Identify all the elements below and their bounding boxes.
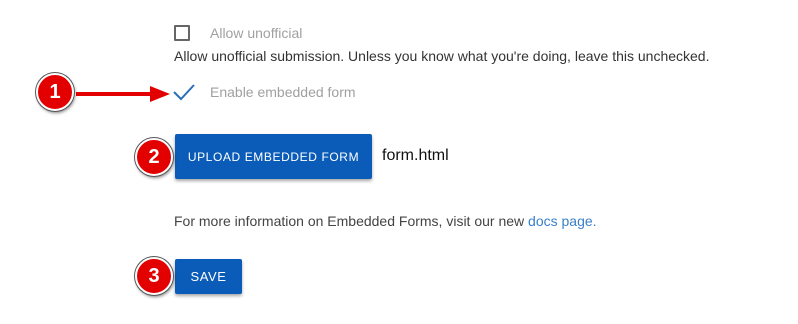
allow-unofficial-row[interactable]: Allow unofficial [174, 24, 302, 42]
allow-unofficial-checkbox[interactable] [174, 25, 190, 41]
annotation-badge-1: 1 [36, 73, 74, 111]
allow-unofficial-label: Allow unofficial [210, 25, 303, 41]
enable-embedded-form-label: Enable embedded form [210, 84, 356, 100]
docs-page-link[interactable]: docs page. [528, 213, 597, 229]
enable-embedded-form-row[interactable]: Enable embedded form [172, 82, 356, 102]
save-button[interactable]: SAVE [175, 259, 242, 294]
upload-embedded-form-button[interactable]: UPLOAD EMBEDDED FORM [175, 134, 372, 179]
info-text: For more information on Embedded Forms, … [174, 213, 529, 229]
arrow-right-icon [76, 86, 170, 102]
page: Allow unofficial Allow unofficial submis… [0, 0, 798, 324]
checkmark-icon[interactable] [172, 82, 196, 102]
allow-unofficial-help-text: Allow unofficial submission. Unless you … [174, 48, 710, 64]
annotation-badge-2: 2 [135, 138, 173, 176]
uploaded-filename: form.html [382, 147, 449, 164]
annotation-badge-3: 3 [135, 257, 173, 295]
embedded-forms-info: For more information on Embedded Forms, … [174, 213, 597, 229]
